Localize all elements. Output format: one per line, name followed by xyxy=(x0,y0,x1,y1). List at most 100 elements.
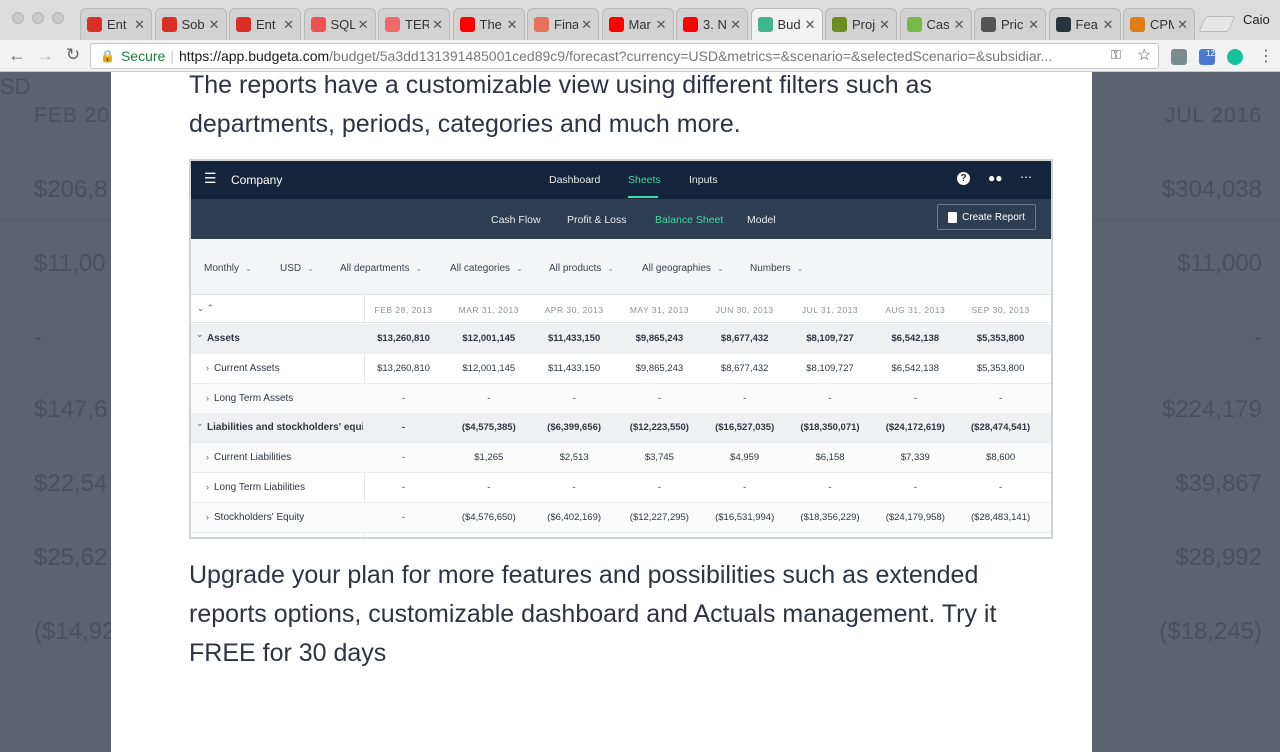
browser-tab[interactable]: Ent ✕ xyxy=(229,8,301,40)
tab-close-icon[interactable]: ✕ xyxy=(656,17,667,33)
bg-left-value: $22,54 xyxy=(34,470,108,497)
table-cell: - xyxy=(743,482,747,493)
table-cell: - xyxy=(999,392,1003,404)
tab-close-icon[interactable]: ✕ xyxy=(209,17,220,33)
table-cell: - xyxy=(572,482,576,493)
browser-tab[interactable]: Fina ✕ xyxy=(527,8,599,40)
table-cell: - xyxy=(401,482,406,493)
close-window-icon[interactable] xyxy=(12,12,24,24)
tab-close-icon[interactable]: ✕ xyxy=(730,17,741,33)
browser-tab[interactable]: Fea ✕ xyxy=(1048,8,1121,40)
tab-close-icon[interactable]: ✕ xyxy=(805,17,816,33)
table-cell: ($24,179,958) xyxy=(885,511,945,523)
create-report-button: Create Report xyxy=(937,204,1036,230)
table-row: › Stockholders' Equity - ($4,576,650) ($6,40… xyxy=(191,502,1051,533)
browser-tab[interactable]: Bud ✕ xyxy=(750,8,823,40)
browser-tab[interactable]: Sob ✕ xyxy=(154,8,227,40)
filter-label: USD xyxy=(280,263,302,274)
bg-left-value: ($14,92 xyxy=(34,618,116,645)
table-cell: $7,339 xyxy=(900,452,930,464)
subnav-model: Model xyxy=(747,214,776,226)
table-cell: $6,158 xyxy=(815,452,845,464)
asana-icon xyxy=(385,17,400,32)
tab-close-icon[interactable]: ✕ xyxy=(358,17,369,33)
bg-left-value: $206,8 xyxy=(34,176,108,203)
tab-title: Cas xyxy=(926,17,950,32)
chevron-right-icon: › xyxy=(206,511,209,522)
tab-close-icon[interactable]: ✕ xyxy=(134,17,145,33)
browser-tab[interactable]: SQL ✕ xyxy=(303,8,376,40)
table-cell: $9,865,243 xyxy=(635,333,684,344)
tab-close-icon[interactable]: ✕ xyxy=(507,17,518,33)
browser-tab[interactable]: Mar ✕ xyxy=(601,8,674,40)
nav-active-underline xyxy=(628,196,658,198)
bookmark-icon xyxy=(534,17,549,32)
tab-close-icon[interactable]: ✕ xyxy=(432,17,443,33)
menu-icon[interactable]: ⋮ xyxy=(1258,46,1274,66)
table-cell: $3,745 xyxy=(644,452,674,464)
hamburger-menu-icon: ☰ xyxy=(204,170,217,186)
gmail-icon xyxy=(236,17,251,32)
browser-tab[interactable]: Ent ✕ xyxy=(80,8,152,40)
tab-close-icon[interactable]: ✕ xyxy=(581,17,592,33)
browser-tab[interactable]: The ✕ xyxy=(452,8,525,40)
table-cell: - xyxy=(999,482,1003,493)
row-label: Stockholders' Equity xyxy=(214,511,305,523)
forward-icon[interactable]: → xyxy=(34,45,56,66)
zoom-window-icon[interactable] xyxy=(52,12,64,24)
bg-left-value: $147,6 xyxy=(34,396,108,423)
bg-left-value: $25,62 xyxy=(34,544,108,571)
help-icon: ? xyxy=(957,172,970,185)
table-cell: $9,865,243 xyxy=(635,362,684,374)
browser-tab[interactable]: 3. N ✕ xyxy=(676,8,748,40)
browser-tab[interactable]: Pric ✕ xyxy=(974,8,1046,40)
table-cell: ($16,531,994) xyxy=(715,511,775,523)
minimize-window-icon[interactable] xyxy=(32,12,44,24)
browser-tab[interactable]: Proj ✕ xyxy=(825,8,897,40)
profile-name[interactable]: Caio xyxy=(1243,12,1270,27)
tab-close-icon[interactable]: ✕ xyxy=(1028,17,1039,33)
tab-close-icon[interactable]: ✕ xyxy=(879,17,890,33)
modal-intro-text: The reports have a customizable view usi… xyxy=(189,71,932,138)
chevron-down-icon: ⌄ xyxy=(307,264,314,273)
filter-dropdown: All categories ⌄ xyxy=(450,263,523,274)
tab-close-icon[interactable]: ✕ xyxy=(954,17,965,33)
bg-right-value: $224,179 xyxy=(1161,396,1262,423)
tab-close-icon[interactable]: ✕ xyxy=(283,17,294,33)
tab-close-icon[interactable]: ✕ xyxy=(1103,17,1114,33)
reports-screenshot: ☰ Company Dashboard Sheets Inputs ? ●● ⋯… xyxy=(189,159,1053,539)
lock-icon: 🔒 xyxy=(100,49,115,63)
bookmark-star-icon[interactable]: ☆ xyxy=(1137,45,1151,65)
chevron-down-icon: ⌄ xyxy=(245,264,252,273)
evernote-icon[interactable] xyxy=(1171,49,1187,65)
subnav-balance-sheet: Balance Sheet xyxy=(655,214,724,226)
row-label: Current Liabilities xyxy=(214,452,292,464)
reload-icon[interactable]: ↻ xyxy=(62,45,84,65)
filter-dropdown: All geographies ⌄ xyxy=(642,263,724,274)
table-cell: ($18,356,229) xyxy=(800,511,860,523)
key-icon[interactable]: ⚿ xyxy=(1111,47,1121,63)
tab-close-icon[interactable]: ✕ xyxy=(1177,17,1188,33)
back-icon[interactable]: ← xyxy=(6,45,28,66)
filter-label: All departments xyxy=(340,263,410,274)
column-header: JUL 31, 2013 xyxy=(801,305,859,315)
chart-icon xyxy=(981,17,996,32)
row-label: Long Term Liabilities xyxy=(214,482,305,493)
browser-tab[interactable]: TER ✕ xyxy=(378,8,450,40)
table-row: › Current Liabilities - $1,265 $2,513 $3,745 $… xyxy=(191,443,1051,474)
browser-tab[interactable]: Cas ✕ xyxy=(899,8,972,40)
subnav-profit-loss: Profit & Loss xyxy=(567,214,627,226)
row-label: Long Term Assets xyxy=(214,392,294,404)
browser-tab[interactable]: CPM✕ xyxy=(1123,8,1195,40)
fs-icon xyxy=(1055,17,1071,32)
new-tab-button[interactable] xyxy=(1198,16,1236,32)
table-cell: $11,433,150 xyxy=(547,333,601,344)
table-cell: - xyxy=(401,511,406,523)
table-cell: - xyxy=(657,392,661,404)
grammarly-icon[interactable] xyxy=(1227,49,1243,65)
nav-inputs: Inputs xyxy=(689,174,718,186)
extension-badge-icon[interactable]: 12 xyxy=(1199,49,1215,65)
bg-right-value: ($18,245) xyxy=(1159,618,1262,645)
gmail-icon xyxy=(161,17,177,32)
tab-title: Ent xyxy=(107,17,127,32)
